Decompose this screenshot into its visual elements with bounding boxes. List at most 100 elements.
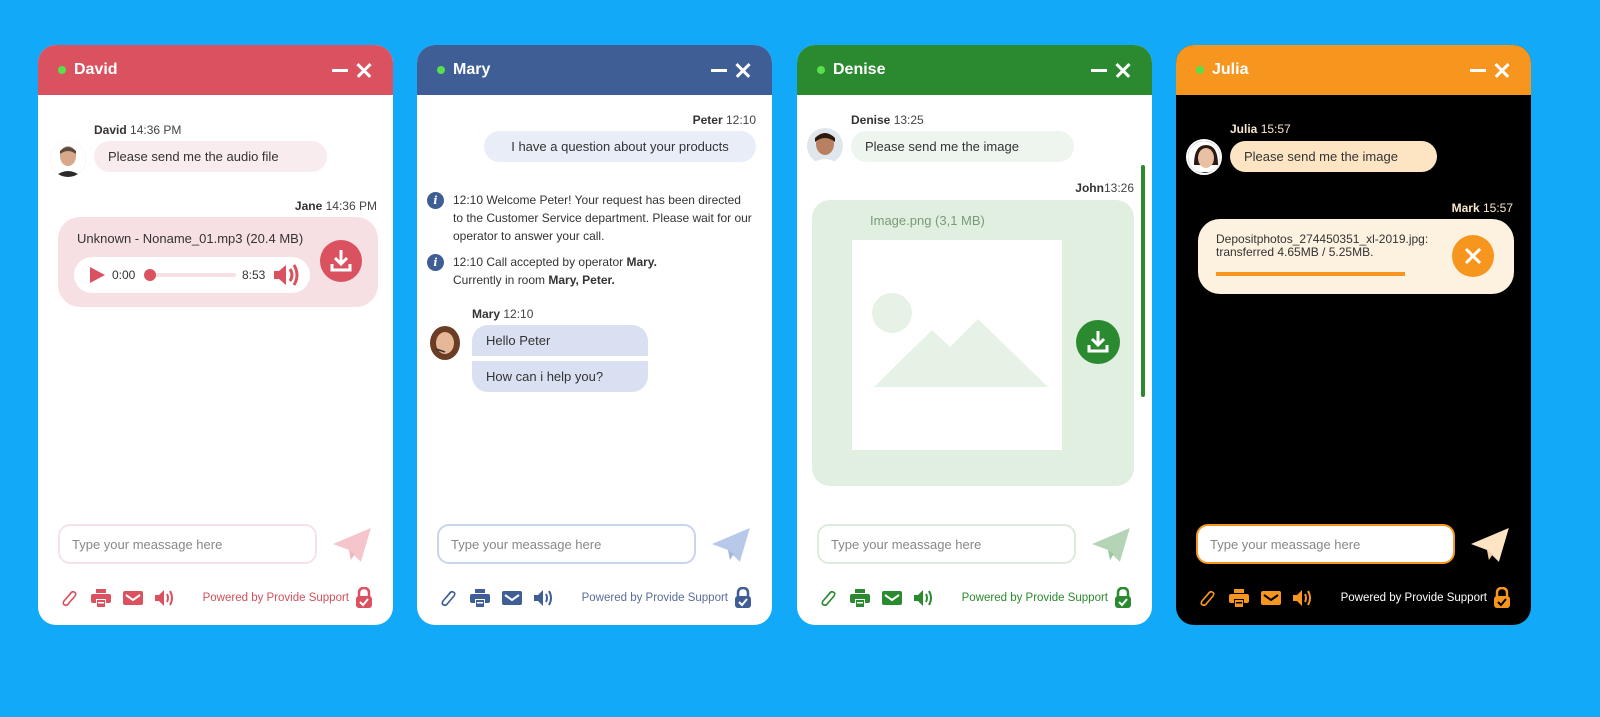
message-meta: Julia 15:57 [1230,122,1291,136]
system-message: i 12:10 Call accepted by operator Mary. C… [427,253,752,289]
message-bubble: Please send me the image [851,131,1074,162]
image-placeholder-icon [872,293,1048,387]
send-icon[interactable] [1469,524,1511,564]
message-input[interactable] [58,524,318,564]
chat-messages: Julia 15:57 Please send me the image Mar… [1176,95,1531,515]
transfer-progress-fill [1216,272,1405,276]
message-composer [817,523,1132,565]
close-icon [1464,247,1482,265]
print-icon[interactable] [469,588,491,608]
close-icon[interactable] [1114,61,1132,79]
powered-by-link[interactable]: Powered by Provide Support [962,592,1108,604]
chat-messages: David 14:36 PM Please send me the audio … [38,95,393,515]
message-meta: Jane 14:36 PM [294,199,377,213]
send-icon[interactable] [1090,524,1132,564]
sound-icon[interactable] [1292,588,1314,608]
chat-header: Mary [417,45,772,95]
avatar-julia [1186,139,1222,175]
message-composer [1196,523,1511,565]
message-bubble: Please send me the image [1230,141,1437,172]
send-icon[interactable] [331,524,373,564]
minimize-icon[interactable] [331,61,349,79]
print-icon[interactable] [849,588,871,608]
message-bubble: Please send me the audio file [94,141,327,172]
email-icon[interactable] [1260,588,1282,608]
volume-icon[interactable] [272,263,302,287]
chat-title: Julia [1212,61,1249,78]
secure-lock-icon [356,587,372,608]
close-icon[interactable] [734,61,752,79]
avatar-mary [427,325,463,361]
sound-icon[interactable] [533,588,555,608]
sound-icon[interactable] [913,588,935,608]
message-meta: Mark 15:57 [1451,201,1513,215]
avatar-denise [807,128,843,164]
cancel-transfer-button[interactable] [1452,235,1494,277]
message-meta: John13:26 [1075,181,1134,195]
message-input[interactable] [437,524,697,564]
message-bubble: How can i help you? [472,361,648,392]
online-status-icon [58,66,66,74]
audio-file-message: Unknown - Noname_01.mp3 (20.4 MB) 0:00 8… [58,217,378,307]
seek-handle[interactable] [144,269,156,281]
file-name: Unknown - Noname_01.mp3 (20.4 MB) [77,231,304,246]
powered-by-link[interactable]: Powered by Provide Support [582,592,728,604]
message-meta: Peter 12:10 [692,113,756,127]
secure-lock-icon [1115,587,1131,608]
email-icon[interactable] [501,588,523,608]
chat-footer: Powered by Provide Support [437,585,752,611]
file-transfer-message: Depositphotos_274450351_xl-2019.jpg: tra… [1198,219,1514,294]
message-meta: Denise 13:25 [851,113,924,127]
secure-lock-icon [735,587,751,608]
email-icon[interactable] [122,588,144,608]
paperclip-icon[interactable] [437,588,459,608]
message-input[interactable] [817,524,1077,564]
chat-header: Julia [1176,45,1531,95]
chat-widget-julia: Julia Julia 15:57 Please send me the ima… [1176,45,1531,625]
print-icon[interactable] [1228,588,1250,608]
paperclip-icon[interactable] [1196,588,1218,608]
chat-footer: Powered by Provide Support [817,585,1132,611]
online-status-icon [817,66,825,74]
audio-total-time: 8:53 [242,268,266,282]
secure-lock-icon [1494,587,1510,608]
download-icon [1087,331,1109,353]
info-icon: i [427,192,444,209]
chat-header: David [38,45,393,95]
chat-header: Denise [797,45,1152,95]
chat-title: David [74,61,118,78]
send-icon[interactable] [710,524,752,564]
sound-icon[interactable] [154,588,176,608]
image-preview[interactable] [852,240,1062,450]
info-icon: i [427,254,444,271]
close-icon[interactable] [355,61,373,79]
transfer-status: transferred 4.65MB / 5.25MB. [1216,245,1374,259]
audio-player: 0:00 8:53 [74,257,310,293]
paperclip-icon[interactable] [817,588,839,608]
download-button[interactable] [320,240,362,282]
close-icon[interactable] [1493,61,1511,79]
powered-by-link[interactable]: Powered by Provide Support [1341,592,1487,604]
chat-title: Denise [833,61,886,78]
message-composer [58,523,373,565]
print-icon[interactable] [90,588,112,608]
chat-footer: Powered by Provide Support [58,585,373,611]
chat-widget-mary: Mary Peter 12:10 I have a question about… [417,45,772,625]
system-message: i 12:10 Welcome Peter! Your request has … [427,191,752,245]
paperclip-icon[interactable] [58,588,80,608]
minimize-icon[interactable] [1469,61,1487,79]
scrollbar[interactable] [1141,165,1145,397]
powered-by-link[interactable]: Powered by Provide Support [203,592,349,604]
email-icon[interactable] [881,588,903,608]
minimize-icon[interactable] [1090,61,1108,79]
audio-seek-bar[interactable] [144,269,236,281]
chat-footer: Powered by Provide Support [1196,585,1511,611]
message-composer [437,523,752,565]
message-bubble: Hello Peter [472,325,648,356]
message-meta: David 14:36 PM [94,123,182,137]
online-status-icon [1196,66,1204,74]
play-icon[interactable] [88,266,106,284]
download-button[interactable] [1076,320,1120,364]
minimize-icon[interactable] [710,61,728,79]
message-input[interactable] [1196,524,1456,564]
